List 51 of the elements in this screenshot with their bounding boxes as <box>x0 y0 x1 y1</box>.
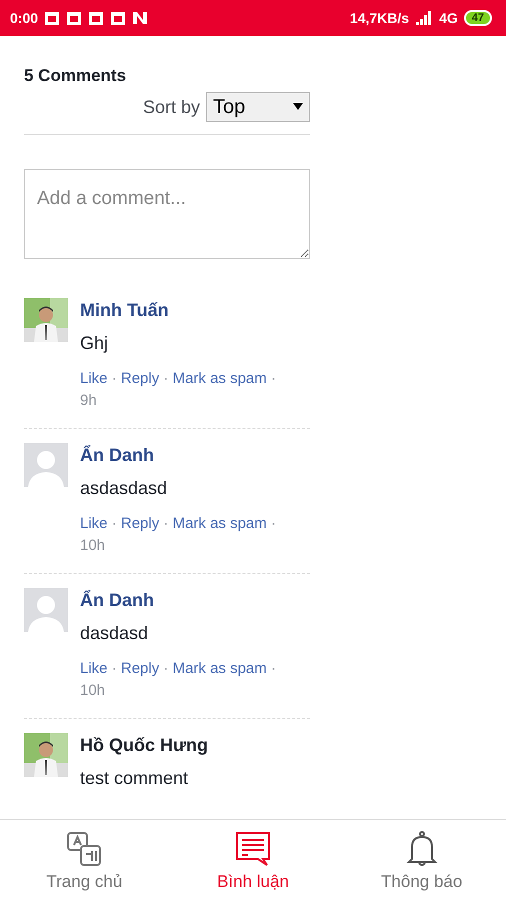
separator-dot: · <box>270 660 276 677</box>
comment-text: asdasdasd <box>80 478 168 499</box>
separator-dot: · <box>163 370 168 387</box>
action-link[interactable]: Mark as spam <box>172 515 267 532</box>
separator-dot: · <box>270 370 276 387</box>
separator-dot: · <box>163 515 168 532</box>
calendar-icon <box>44 10 60 26</box>
action-link[interactable]: Reply <box>120 370 160 387</box>
nfc-icon <box>132 11 148 25</box>
avatar-placeholder-icon <box>24 588 68 632</box>
comment-time: 10h <box>80 536 106 556</box>
calendar-icon <box>88 10 104 26</box>
sort-label: Sort by <box>142 96 200 118</box>
separator-dot: · <box>163 660 168 677</box>
comment-text: dasdasd <box>80 623 150 644</box>
signal-icon <box>415 11 434 25</box>
network-type: 4G <box>439 10 458 26</box>
network-speed: 14,7KB/s <box>350 10 410 26</box>
nav-tab[interactable]: Trang chủ <box>0 820 169 900</box>
comment-time: 9h <box>80 391 98 411</box>
caret-icon <box>293 103 303 111</box>
action-link[interactable]: Like <box>80 515 108 532</box>
comment-count: 5 Comments <box>24 66 128 86</box>
clock: 0:00 <box>10 10 38 26</box>
author-name: Hồ Quốc Hưng <box>80 735 210 756</box>
action-link[interactable]: Reply <box>120 515 160 532</box>
comment-icon <box>234 830 272 868</box>
comment-time: 10h <box>80 681 106 701</box>
action-link[interactable]: Like <box>80 370 108 387</box>
separator-dot: · <box>112 370 117 387</box>
comment-text: Ghj <box>80 333 110 354</box>
author-name[interactable]: Minh Tuấn <box>80 300 310 321</box>
comment-text: test comment <box>80 768 190 789</box>
separator-dot: · <box>112 515 117 532</box>
nav-tab[interactable]: Thông báo <box>337 820 506 900</box>
action-link[interactable]: Like <box>80 660 108 677</box>
nav-tab[interactable]: Bình luận <box>168 820 338 900</box>
author-name[interactable]: Ẩn Danh <box>80 590 310 611</box>
action-link[interactable]: Mark as spam <box>172 660 267 677</box>
comment-field[interactable]: Add a comment... <box>24 169 310 259</box>
calendar-icon <box>110 10 126 26</box>
avatar-placeholder-icon <box>24 443 68 487</box>
action-link[interactable]: Mark as spam <box>172 370 267 387</box>
action-link[interactable]: Reply <box>120 660 160 677</box>
separator-dot: · <box>112 660 117 677</box>
separator-dot: · <box>270 515 276 532</box>
translate-icon <box>65 830 104 868</box>
battery-icon: 47 <box>464 10 492 26</box>
calendar-icon <box>66 10 82 26</box>
author-name[interactable]: Ẩn Danh <box>80 445 310 466</box>
sort-dropdown[interactable]: Top <box>206 92 310 122</box>
